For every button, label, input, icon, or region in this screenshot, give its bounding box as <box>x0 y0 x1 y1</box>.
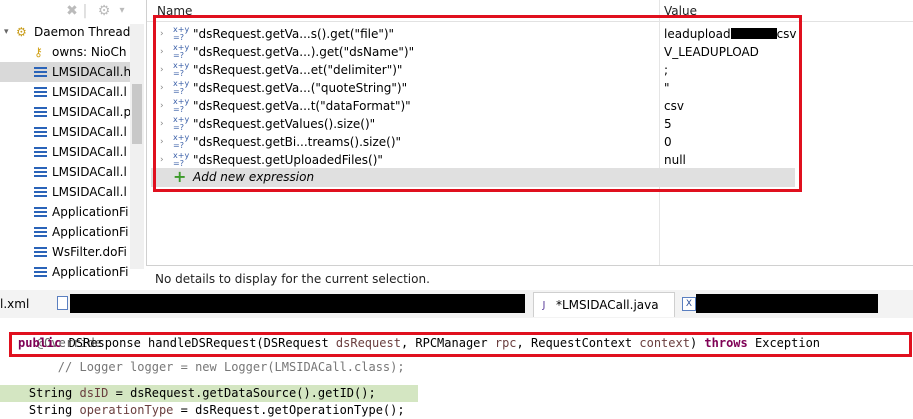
code-fragment: String <box>0 386 80 400</box>
thread-label: LMSIDACall.h <box>52 65 132 79</box>
thread-label: owns: NioCh <box>52 45 127 59</box>
var-operation-type: operationType <box>79 403 174 417</box>
stack-frame-item[interactable]: LMSIDACall.l <box>0 142 130 162</box>
stack-frame-icon <box>34 227 47 238</box>
xml-file-icon: X <box>682 297 696 311</box>
stack-frame-item[interactable]: LMSIDACall.l <box>0 182 130 202</box>
key-icon: ⚷ <box>34 45 43 59</box>
code-line-current: String dsID = dsRequest.getDataSource().… <box>0 385 418 402</box>
code-fragment: String <box>0 403 80 417</box>
stack-frame-icon <box>34 267 47 278</box>
editor-tab-bar: l.xml J *LMSIDACall.java X <box>0 290 913 319</box>
remove-all-icon[interactable]: ✖ <box>64 3 80 19</box>
stack-frame-item[interactable]: ApplicationFi <box>0 222 130 242</box>
java-file-icon: J <box>542 300 546 311</box>
stack-frame-item[interactable]: ApplicationFi <box>0 262 130 282</box>
stack-frame-item[interactable]: LMSIDACall.h <box>0 62 132 82</box>
tab-label: *LMSIDACall.java <box>556 298 659 312</box>
signature-highlight-box <box>9 332 912 357</box>
debug-toolbar: ✖ | ⚙ ▾ <box>0 0 146 22</box>
chevron-down-icon[interactable]: ▾ <box>4 22 9 42</box>
stack-frame-item[interactable]: LMSIDACall.l <box>0 82 130 102</box>
left-scrollbar[interactable] <box>130 24 144 269</box>
thread-icon: ⚙ <box>16 25 27 39</box>
thread-label: Daemon Thread <box>34 25 131 39</box>
redacted-tab[interactable] <box>696 294 878 313</box>
stack-frame-icon <box>34 167 47 178</box>
code-fragment: = dsRequest.getDataSource().getID(); <box>108 386 376 400</box>
stack-frame-item[interactable]: LMSIDACall.l <box>0 162 130 182</box>
stack-frame-icon <box>34 87 47 98</box>
var-dsid: dsID <box>79 386 109 400</box>
stack-frame-item[interactable]: LMSIDACall.l <box>0 122 130 142</box>
debug-view-icon[interactable]: ⚙ <box>96 3 112 19</box>
redacted-tab[interactable] <box>70 294 525 313</box>
thread-label: LMSIDACall.l <box>52 145 127 159</box>
thread-label: LMSIDACall.l <box>52 125 127 139</box>
tab-xml-file[interactable]: l.xml <box>0 292 50 316</box>
stack-frame-icon <box>34 187 47 198</box>
thread-label: LMSIDACall.l <box>52 85 127 99</box>
monitor-item[interactable]: ⚷ owns: NioCh <box>0 42 130 62</box>
file-icon <box>57 296 68 310</box>
stack-frame-icon <box>34 207 47 218</box>
stack-frame-icon <box>34 67 47 78</box>
thread-label: LMSIDACall.l <box>52 165 127 179</box>
thread-label: ApplicationFi <box>52 205 129 219</box>
left-scrollbar-thumb[interactable] <box>132 84 142 144</box>
details-text: No details to display for the current se… <box>155 272 430 286</box>
thread-label: ApplicationFi <box>52 265 129 279</box>
thread-item[interactable]: ▾ ⚙ Daemon Thread <box>0 22 130 42</box>
stack-frame-item[interactable]: ApplicationFi <box>0 202 130 222</box>
tab-label: l.xml <box>0 297 30 311</box>
stack-frame-icon <box>34 147 47 158</box>
code-fragment: = dsRequest.getOperationType(); <box>173 403 405 417</box>
thread-label: ApplicationFi <box>52 225 129 239</box>
stack-frame-item[interactable]: LMSIDACall.p <box>0 102 132 122</box>
stack-frame-icon <box>34 107 47 118</box>
view-menu-chevron-icon[interactable]: ▾ <box>114 3 130 19</box>
thread-label: LMSIDACall.l <box>52 185 127 199</box>
toolbar-separator: | <box>82 3 88 19</box>
details-pane: No details to display for the current se… <box>146 265 913 286</box>
tab-lmsidacall-java[interactable]: J *LMSIDACall.java <box>533 292 675 317</box>
thread-label: LMSIDACall.p <box>52 105 132 119</box>
expressions-highlight-box <box>153 15 802 192</box>
debug-threads-panel: ✖ | ⚙ ▾ ▾ ⚙ Daemon Thread ⚷ owns: NioCh LMSID… <box>0 0 146 285</box>
thread-label: WsFilter.doFi <box>52 245 127 259</box>
code-line-operation-type: String operationType = dsRequest.getOper… <box>0 402 913 419</box>
stack-frame-icon <box>34 127 47 138</box>
stack-frame-icon <box>34 247 47 258</box>
stack-frame-item[interactable]: WsFilter.doFi <box>0 242 130 262</box>
